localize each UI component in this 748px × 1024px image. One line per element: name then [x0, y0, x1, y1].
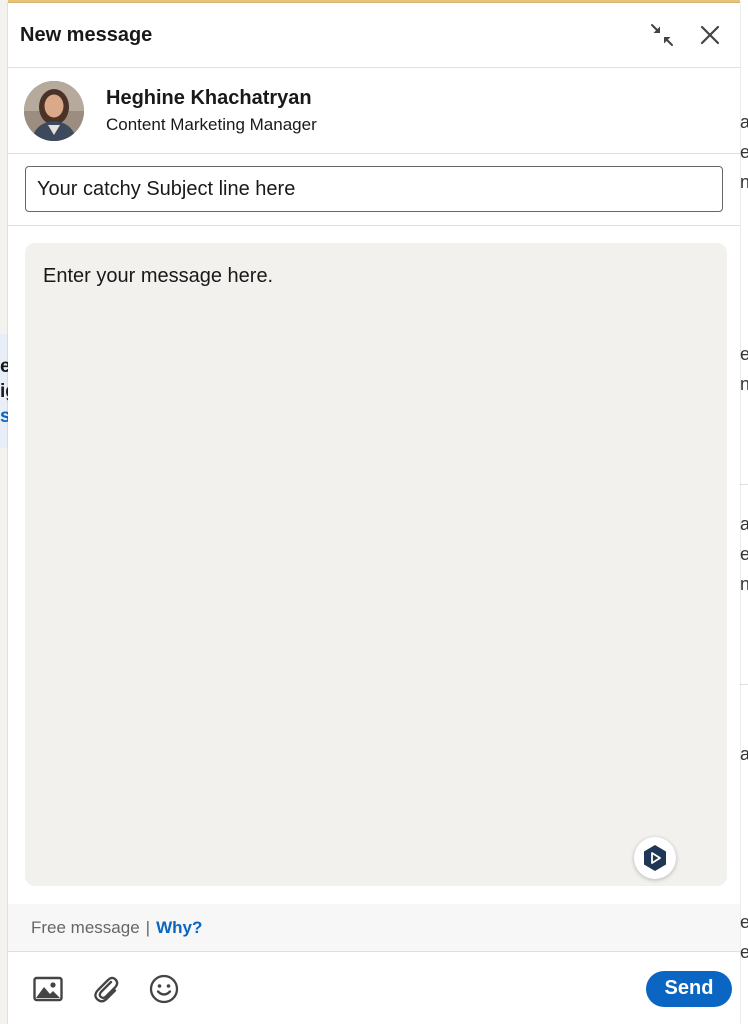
subject-section — [8, 154, 740, 226]
recipient-row: Heghine Khachatryan Content Marketing Ma… — [8, 68, 740, 154]
avatar[interactable] — [24, 80, 84, 141]
background-text-fragment: e — [740, 142, 748, 162]
dialog-title: New message — [20, 23, 153, 46]
emoji-button[interactable] — [146, 971, 182, 1007]
paperclip-icon — [94, 976, 119, 1002]
compose-toolbar: Send — [8, 953, 740, 1024]
background-text-fragment: e — [740, 544, 748, 564]
message-area — [25, 243, 727, 886]
attach-image-button[interactable] — [30, 971, 66, 1007]
background-text-fragment: e — [740, 344, 748, 364]
background-text-fragment: s — [0, 406, 8, 427]
separator: | — [145, 917, 151, 937]
recipient-headline: Content Marketing Manager — [106, 114, 317, 134]
background-text-fragment: ig — [0, 381, 8, 402]
writing-assistant-button[interactable] — [634, 837, 676, 879]
subject-input[interactable] — [25, 166, 723, 212]
send-button[interactable]: Send — [646, 970, 732, 1007]
background-divider — [740, 484, 748, 485]
background-text-fragment: e — [0, 356, 8, 377]
minimize-button[interactable] — [644, 17, 680, 53]
background-text-fragment: a — [740, 112, 748, 132]
background-text-fragment: n — [740, 574, 748, 594]
dialog-header: New message — [8, 3, 740, 68]
background-text-fragment: e — [740, 942, 748, 962]
background-text-fragment: n — [740, 172, 748, 192]
image-icon — [33, 976, 63, 1001]
why-link[interactable]: Why? — [156, 918, 202, 938]
background-text-fragment: a — [740, 514, 748, 534]
background-page-left — [0, 0, 8, 1024]
free-message-note: Free message | Why? — [8, 904, 740, 952]
hexagon-play-icon — [644, 845, 666, 871]
background-divider — [740, 684, 748, 685]
free-message-label: Free message — [31, 917, 140, 937]
recipient-name[interactable]: Heghine Khachatryan — [106, 87, 317, 110]
background-text-fragment: e — [740, 912, 748, 932]
message-input[interactable] — [43, 265, 709, 864]
close-icon — [700, 25, 720, 45]
minimize-icon — [651, 24, 673, 46]
background-text-fragment: n — [740, 374, 748, 394]
attach-file-button[interactable] — [88, 971, 124, 1007]
close-button[interactable] — [692, 17, 728, 53]
new-message-dialog: New message Heghine Khachatryan Content … — [8, 3, 740, 1024]
background-text-fragment: a — [740, 744, 748, 764]
emoji-icon — [149, 974, 179, 1003]
